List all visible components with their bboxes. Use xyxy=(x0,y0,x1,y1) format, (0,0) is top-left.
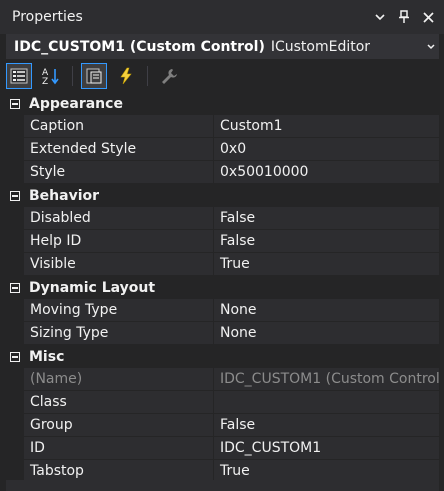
grid-bottom-strip xyxy=(6,480,439,491)
row-gutter xyxy=(6,253,24,276)
property-name: ID xyxy=(24,437,213,460)
collapse-icon[interactable] xyxy=(10,351,20,362)
alphabetical-view-button[interactable]: A Z xyxy=(38,63,64,89)
categorized-view-button[interactable] xyxy=(6,63,32,89)
collapse-icon[interactable] xyxy=(10,282,20,293)
property-row[interactable]: Moving Type None xyxy=(6,299,439,322)
property-row[interactable]: (Name) IDC_CUSTOM1 (Custom Control) xyxy=(6,368,439,391)
property-row[interactable]: Help ID False xyxy=(6,230,439,253)
row-gutter xyxy=(6,322,24,345)
property-name: Disabled xyxy=(24,207,213,230)
properties-page-icon xyxy=(86,68,102,84)
row-gutter xyxy=(6,138,24,161)
toolbar-separator xyxy=(72,66,73,86)
category-label: Dynamic Layout xyxy=(29,279,156,296)
close-icon[interactable] xyxy=(420,9,436,25)
property-name: Sizing Type xyxy=(24,322,213,345)
row-gutter xyxy=(6,391,24,414)
property-value[interactable]: IDC_CUSTOM1 xyxy=(214,437,439,460)
row-gutter xyxy=(6,161,24,184)
window-position-dropdown-icon[interactable] xyxy=(372,9,388,25)
property-name: Extended Style xyxy=(24,138,213,161)
row-gutter xyxy=(6,299,24,322)
toolbar-separator xyxy=(147,66,148,86)
properties-view-button[interactable] xyxy=(81,63,107,89)
control-events-button[interactable] xyxy=(113,63,139,89)
row-gutter xyxy=(6,115,24,138)
property-value[interactable]: False xyxy=(214,207,439,230)
property-row[interactable]: Sizing Type None xyxy=(6,322,439,345)
row-gutter xyxy=(6,437,24,460)
property-name: Caption xyxy=(24,115,213,138)
property-name: Help ID xyxy=(24,230,213,253)
property-name: Class xyxy=(24,391,213,414)
panel-title: Properties xyxy=(12,9,83,25)
row-gutter xyxy=(6,230,24,253)
pin-icon[interactable] xyxy=(396,9,412,25)
selected-object-name: IDC_CUSTOM1 (Custom Control) xyxy=(14,38,265,55)
property-value[interactable]: False xyxy=(214,230,439,253)
property-row[interactable]: Caption Custom1 xyxy=(6,115,439,138)
property-row[interactable]: Class xyxy=(6,391,439,414)
property-value[interactable]: None xyxy=(214,299,439,322)
property-value[interactable]: None xyxy=(214,322,439,345)
category-label: Misc xyxy=(29,348,65,365)
row-gutter xyxy=(6,414,24,437)
property-grid: Appearance Caption Custom1 Extended Style 0x… xyxy=(6,92,439,483)
category-dynamic-layout[interactable]: Dynamic Layout xyxy=(6,276,439,299)
wrench-icon xyxy=(162,69,177,84)
property-value[interactable] xyxy=(214,391,439,414)
property-value[interactable]: False xyxy=(214,414,439,437)
property-row[interactable]: ID IDC_CUSTOM1 xyxy=(6,437,439,460)
row-gutter xyxy=(6,368,24,391)
property-row[interactable]: Visible True xyxy=(6,253,439,276)
properties-panel: Properties IDC_CUSTOM1 (Custom Control) … xyxy=(0,0,444,491)
panel-titlebar: Properties xyxy=(0,0,444,34)
property-pages-button[interactable] xyxy=(156,63,182,89)
property-value: IDC_CUSTOM1 (Custom Control) xyxy=(214,368,439,391)
category-misc[interactable]: Misc xyxy=(6,345,439,368)
lightning-bolt-icon xyxy=(120,67,132,85)
category-behavior[interactable]: Behavior xyxy=(6,184,439,207)
property-row[interactable]: Extended Style 0x0 xyxy=(6,138,439,161)
property-value[interactable]: Custom1 xyxy=(214,115,439,138)
property-name: Style xyxy=(24,161,213,184)
property-name: (Name) xyxy=(24,368,213,391)
property-name: Visible xyxy=(24,253,213,276)
category-label: Appearance xyxy=(29,95,123,112)
property-row[interactable]: Group False xyxy=(6,414,439,437)
property-name: Group xyxy=(24,414,213,437)
categorized-icon xyxy=(10,68,28,84)
properties-toolbar: A Z xyxy=(6,61,439,91)
object-selector[interactable]: IDC_CUSTOM1 (Custom Control) ICustomEdit… xyxy=(6,34,439,59)
property-value[interactable]: True xyxy=(214,253,439,276)
category-appearance[interactable]: Appearance xyxy=(6,92,439,115)
property-value[interactable]: 0x50010000 xyxy=(214,161,439,184)
property-row[interactable]: Disabled False xyxy=(6,207,439,230)
svg-text:Z: Z xyxy=(42,77,48,86)
collapse-icon[interactable] xyxy=(10,190,20,201)
property-value[interactable]: 0x0 xyxy=(214,138,439,161)
category-label: Behavior xyxy=(29,187,100,204)
property-name: Moving Type xyxy=(24,299,213,322)
collapse-icon[interactable] xyxy=(10,98,20,109)
property-row[interactable]: Style 0x50010000 xyxy=(6,161,439,184)
row-gutter xyxy=(6,207,24,230)
chevron-down-icon[interactable] xyxy=(427,34,435,59)
selected-object-type: ICustomEditor xyxy=(270,38,371,55)
sort-alphabetical-icon: A Z xyxy=(42,68,59,86)
